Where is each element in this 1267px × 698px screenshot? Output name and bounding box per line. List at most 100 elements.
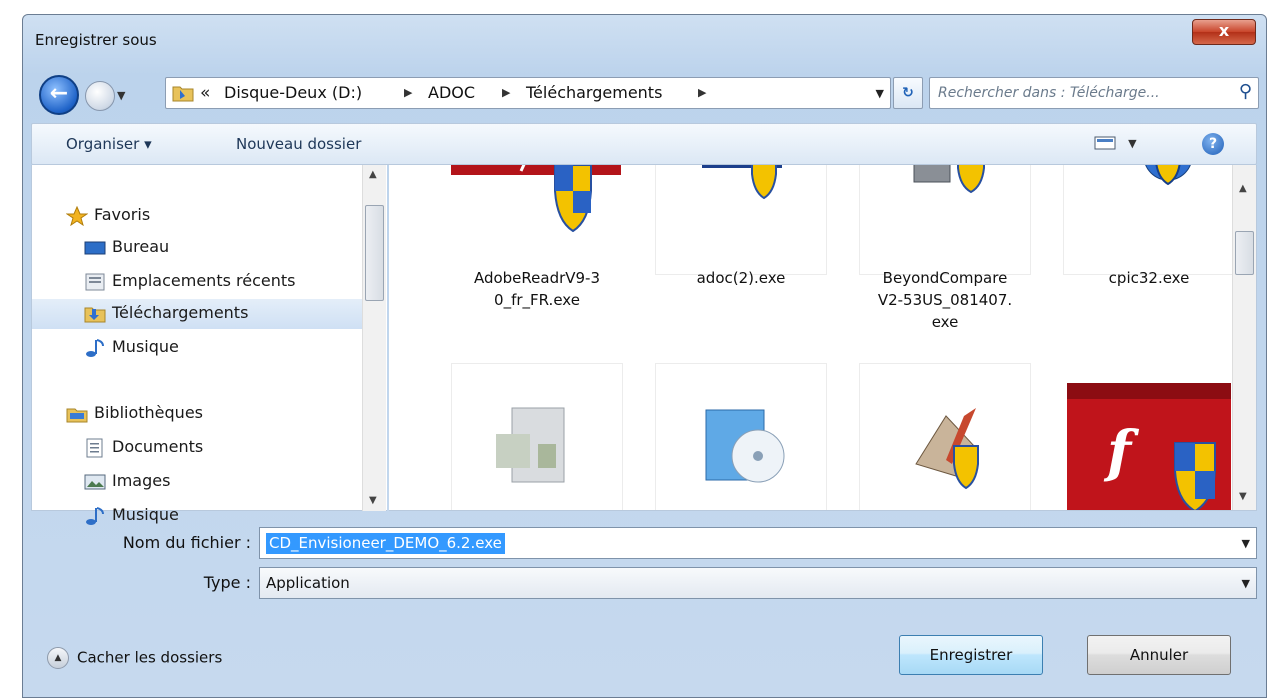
downloads-folder-icon [84,304,106,324]
file-tile[interactable] [449,363,625,510]
folder-icon [172,86,194,102]
back-button[interactable]: ← [39,75,79,115]
file-tile[interactable]: ADocadoc(2).exe [653,165,829,325]
filename-dropdown-icon[interactable]: ▼ [1242,537,1250,550]
nav-item-label: Documents [112,437,204,456]
installer-icon [859,165,1031,275]
sketchup-icon [859,363,1031,510]
view-icon [1094,136,1116,150]
recent-pages-dropdown[interactable]: ▼ [117,89,125,102]
nav-item-bibliothèques[interactable]: Bibliothèques [32,399,362,429]
file-name: V2-53US_081407. [877,291,1013,309]
nav-scrollbar[interactable]: ▲ ▼ [362,165,386,511]
nav-item-bureau[interactable]: Bureau [32,233,362,263]
refresh-button[interactable]: ↻ [893,77,923,109]
filename-value[interactable]: CD_Envisioneer_DEMO_6.2.exe [266,533,505,554]
adoc-icon: ADoc [655,165,827,275]
view-dropdown-icon: ▼ [1128,136,1137,150]
breadcrumb-drive[interactable]: Disque-Deux (D:) [224,83,362,102]
address-dropdown-icon[interactable]: ▼ [876,87,884,100]
file-tile[interactable] [857,363,1033,510]
back-arrow-icon: ← [49,81,69,106]
save-as-dialog: Enregistrer sous x ← ▼ « Disque-Deux (D:… [22,14,1267,698]
search-icon[interactable]: ⚲ [1239,81,1252,102]
nav-item-label: Bibliothèques [94,403,203,422]
adobe-installer-icon [451,165,623,275]
scroll-up-icon[interactable]: ▲ [369,169,377,180]
change-view-button[interactable]: ▼ [1094,135,1154,155]
hide-folders-label: Cacher les dossiers [77,648,223,667]
type-select[interactable]: Application ▼ [259,567,1257,599]
title-bar[interactable]: Enregistrer sous x [23,15,1266,55]
documents-icon [84,438,106,458]
file-name: adoc(2).exe [696,269,786,287]
file-scrollbar[interactable]: ▲ ▼ [1232,165,1256,510]
help-button[interactable]: ? [1202,133,1224,155]
save-button[interactable]: Enregistrer [899,635,1043,675]
file-name: cpic32.exe [1108,269,1190,287]
nav-item-téléchargements[interactable]: Téléchargements [32,299,362,329]
nav-item-label: Musique [112,337,179,356]
window-title: Enregistrer sous [35,31,157,49]
collapse-icon: ▲ [47,647,69,669]
type-dropdown-icon[interactable]: ▼ [1242,577,1250,590]
nav-item-label: Emplacements récents [112,271,296,290]
help-icon: ? [1208,136,1218,152]
cancel-button[interactable]: Annuler [1087,635,1231,675]
type-label: Type : [203,573,251,592]
star-icon [65,205,89,227]
refresh-icon: ↻ [902,85,914,101]
nav-item-label: Bureau [112,237,170,256]
recent-places-icon [84,272,106,292]
scroll-down-icon[interactable]: ▼ [1239,491,1247,502]
desktop-icon [84,238,106,258]
setup-box-icon [451,363,623,510]
file-name: BeyondCompare [882,269,1008,287]
music-icon [84,338,106,358]
file-tile[interactable]: cpic32.exe [1061,165,1237,325]
breadcrumb-adoc[interactable]: ADOC [428,83,475,102]
nav-item-label: Images [112,471,171,490]
software-box-icon [655,363,827,510]
nav-item-emplacements-récents[interactable]: Emplacements récents [32,267,362,297]
address-bar[interactable]: « Disque-Deux (D:) ▶ ADOC ▶ Téléchargeme… [165,77,891,109]
scroll-down-icon[interactable]: ▼ [369,495,377,506]
nav-item-musique[interactable]: Musique [32,333,362,363]
file-tile[interactable]: f [1061,363,1237,510]
command-toolbar: Organiser ▾ Nouveau dossier ▼ ? [31,123,1257,165]
scroll-up-icon[interactable]: ▲ [1239,183,1247,194]
breadcrumb-separator-icon[interactable]: ▶ [502,86,510,99]
file-name: AdobeReadrV9-3 [473,269,601,287]
file-tile[interactable]: AdobeReadrV9-3 0_fr_FR.exe [449,165,625,325]
nav-item-label: Favoris [94,205,151,224]
libraries-icon [66,404,88,424]
nav-item-documents[interactable]: Documents [32,433,362,463]
file-name: 0_fr_FR.exe [494,291,580,309]
breadcrumb-downloads[interactable]: Téléchargements [526,83,662,102]
file-tile[interactable] [653,363,829,510]
search-input[interactable] [938,83,1222,103]
file-name: exe [931,313,959,331]
images-icon [84,472,106,492]
nav-scroll-thumb[interactable] [365,205,384,301]
new-folder-button[interactable]: Nouveau dossier [236,135,361,153]
forward-button[interactable] [85,81,115,111]
search-box[interactable]: ⚲ [929,77,1259,109]
breadcrumb-separator-icon[interactable]: ▶ [698,86,706,99]
file-tile[interactable]: BeyondCompare V2-53US_081407.exe [857,165,1033,331]
nav-item-images[interactable]: Images [32,467,362,497]
address-overflow[interactable]: « [200,83,210,103]
nav-item-label: Téléchargements [112,303,249,322]
close-button[interactable]: x [1192,19,1256,45]
nav-item-favoris[interactable]: Favoris [32,201,362,231]
organise-menu[interactable]: Organiser ▾ [66,135,152,153]
filename-field[interactable]: CD_Envisioneer_DEMO_6.2.exe ▼ [259,527,1257,559]
network-setup-icon [1063,165,1235,275]
file-list-pane: AdobeReadrV9-3 0_fr_FR.exe ADocadoc(2).exe… [389,165,1257,511]
hide-folders-toggle[interactable]: ▲ Cacher les dossiers [47,647,222,669]
breadcrumb-separator-icon[interactable]: ▶ [404,86,412,99]
navigation-pane: Favoris Bureau Emplacements récents Télécha… [31,165,387,525]
file-scroll-thumb[interactable] [1235,231,1254,275]
filename-label: Nom du fichier : [122,533,251,552]
music-icon [84,506,106,526]
